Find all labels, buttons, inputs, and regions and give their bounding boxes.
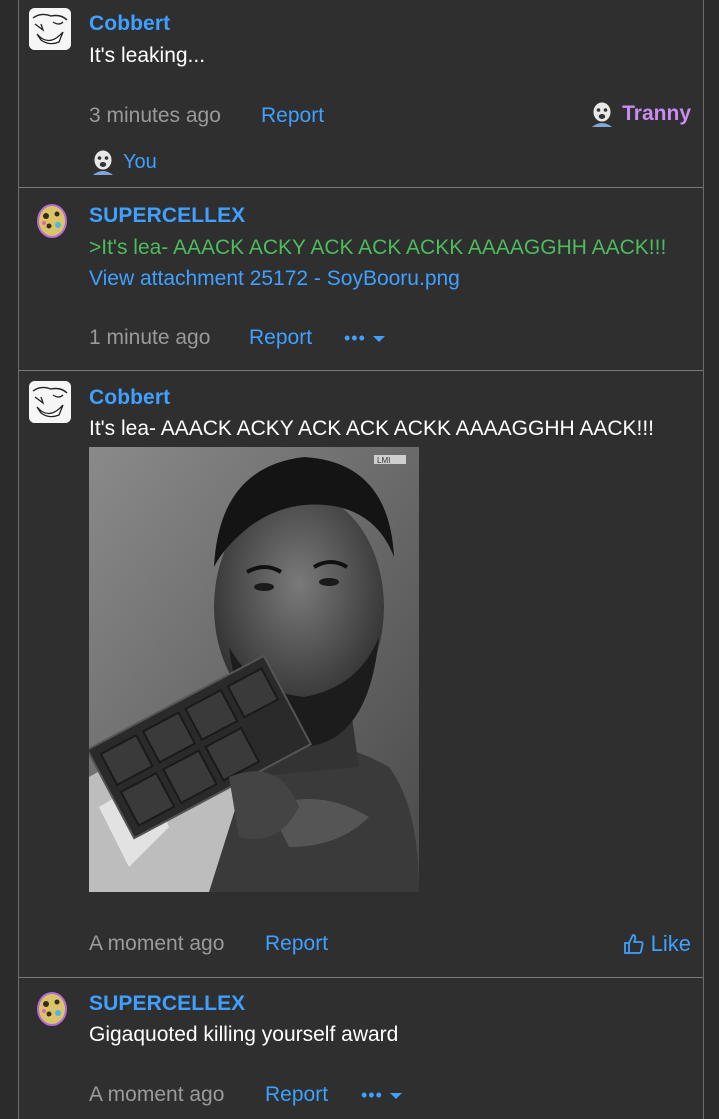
more-options-button[interactable]: •••: [361, 1085, 403, 1106]
username[interactable]: SUPERCELLEX: [89, 992, 245, 1016]
chevron-down-icon: [389, 1092, 402, 1099]
avatar[interactable]: [35, 202, 69, 240]
reaction-label: Tranny: [622, 102, 691, 125]
avatar[interactable]: [35, 990, 69, 1028]
reaction-label: You: [123, 150, 157, 173]
post-timestamp[interactable]: A moment ago: [89, 1083, 224, 1107]
post-message: It's lea- AAACK ACKY ACK ACK ACKK AAAAGG…: [89, 417, 655, 440]
greentext-quote: >It's lea- AAACK ACKY ACK ACK ACKK AAAAG…: [89, 236, 667, 259]
like-button[interactable]: Like: [623, 931, 691, 957]
report-button[interactable]: Report: [265, 1083, 328, 1107]
soyjak-face-icon: [93, 149, 113, 175]
image-watermark: LMI: [377, 456, 390, 465]
chevron-down-icon: [372, 335, 385, 342]
report-button[interactable]: Report: [249, 326, 312, 350]
soyjak-face-icon: [592, 101, 613, 127]
thumbs-up-icon: [623, 934, 644, 954]
like-label: Like: [650, 931, 691, 956]
username[interactable]: Cobbert: [89, 386, 170, 410]
gigachad-chocolate-image: LMI: [89, 447, 419, 892]
attached-image[interactable]: LMI: [89, 447, 419, 892]
post-timestamp[interactable]: 1 minute ago: [89, 326, 210, 350]
post: SUPERCELLEX >It's lea- AAACK ACKY ACK AC…: [19, 188, 703, 371]
avatar[interactable]: [29, 8, 71, 50]
username[interactable]: SUPERCELLEX: [89, 204, 245, 228]
avatar[interactable]: [29, 381, 71, 423]
rage-face-avatar-icon: [29, 8, 71, 50]
attachment-link[interactable]: View attachment 25172 - SoyBooru.png: [89, 267, 460, 291]
cookie-avatar-icon: [37, 204, 67, 238]
more-options-button[interactable]: •••: [344, 328, 386, 349]
report-button[interactable]: Report: [265, 932, 328, 956]
thread-container: Cobbert It's leaking... 3 minutes ago Re…: [18, 0, 704, 1119]
ellipsis-icon: •••: [361, 1085, 383, 1105]
post-message: Gigaquoted killing yourself award: [89, 1023, 399, 1046]
report-button[interactable]: Report: [261, 104, 324, 128]
post-timestamp[interactable]: A moment ago: [89, 932, 224, 956]
post: Cobbert It's lea- AAACK ACKY ACK ACK ACK…: [19, 371, 703, 978]
post-timestamp[interactable]: 3 minutes ago: [89, 104, 221, 128]
post: SUPERCELLEX Gigaquoted killing yourself …: [19, 978, 703, 1119]
reaction-you[interactable]: You: [89, 148, 157, 176]
rage-face-avatar-icon: [29, 381, 71, 423]
post: Cobbert It's leaking... 3 minutes ago Re…: [19, 0, 703, 188]
username[interactable]: Cobbert: [89, 12, 170, 36]
cookie-avatar-icon: [37, 992, 67, 1026]
post-message: It's leaking...: [89, 44, 206, 67]
reaction-tranny[interactable]: Tranny: [588, 100, 691, 128]
ellipsis-icon: •••: [344, 328, 366, 348]
